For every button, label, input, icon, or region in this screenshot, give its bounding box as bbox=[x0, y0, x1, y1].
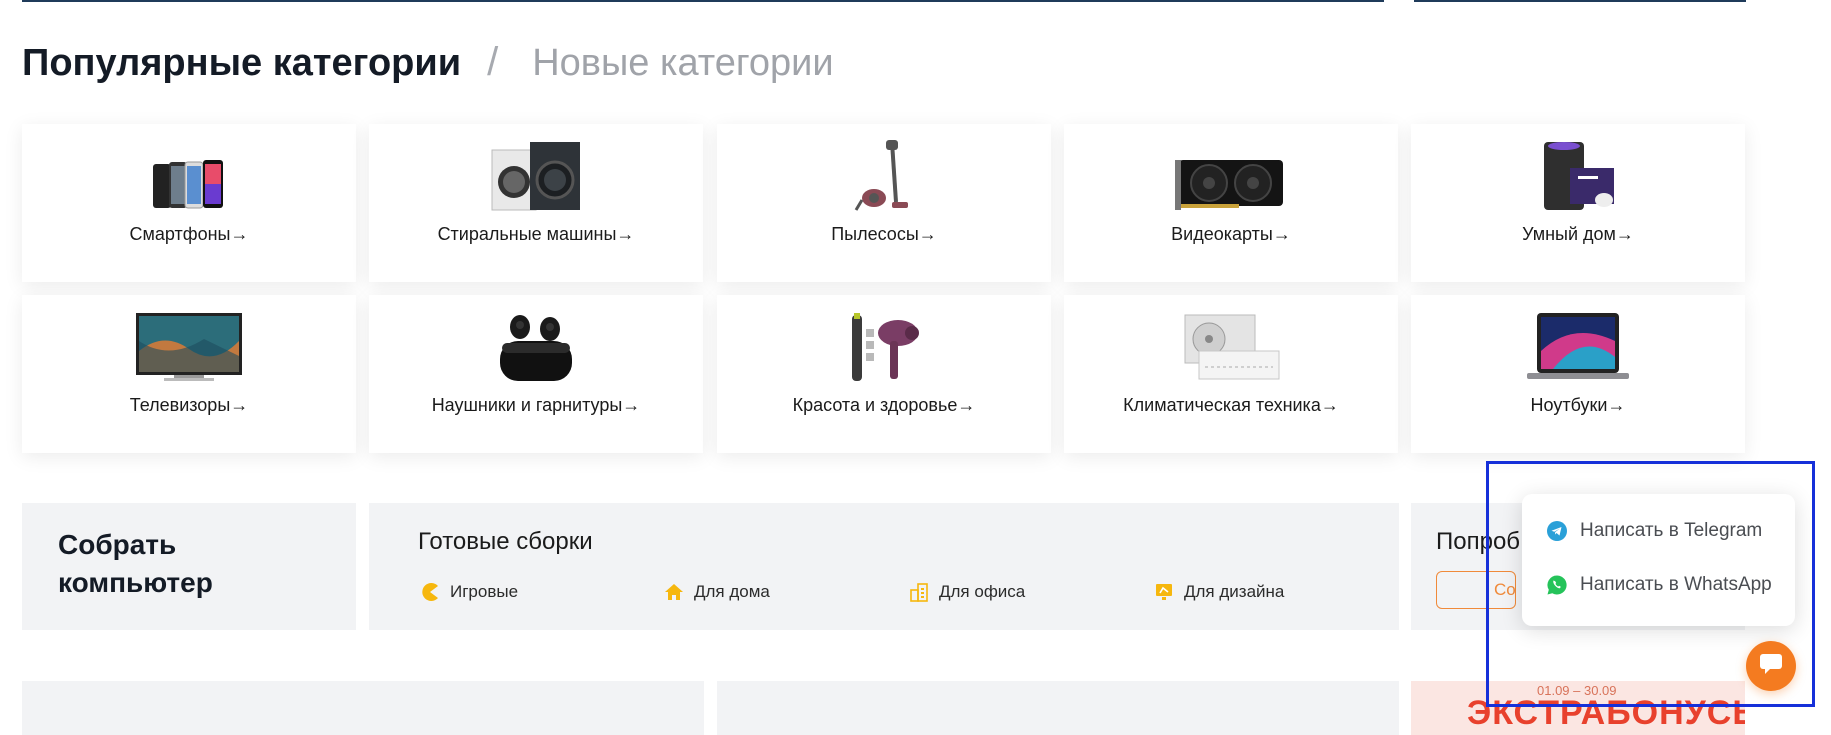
telegram-label: Написать в Telegram bbox=[1580, 520, 1763, 541]
laptop-image bbox=[1411, 295, 1745, 389]
tab-popular-categories[interactable]: Популярные категории bbox=[22, 42, 461, 85]
build-pc-title-line2: компьютер bbox=[58, 567, 213, 598]
build-home[interactable]: Для дома bbox=[664, 582, 770, 602]
top-divider bbox=[22, 0, 1384, 2]
create-button[interactable]: Соз bbox=[1436, 571, 1516, 609]
air-conditioner-image bbox=[1064, 295, 1398, 389]
vacuum-cleaner-image bbox=[717, 124, 1051, 218]
category-label: Стиральные машины→ bbox=[437, 224, 635, 244]
build-pc-title-line1: Собрать bbox=[58, 529, 177, 560]
washing-machines-image bbox=[369, 124, 703, 218]
telegram-link[interactable]: Написать в Telegram bbox=[1546, 520, 1762, 542]
chat-toggle-button[interactable] bbox=[1746, 641, 1796, 691]
category-card-graphics-cards[interactable]: Видеокарты→ bbox=[1064, 124, 1398, 282]
tv-image bbox=[22, 295, 356, 389]
promo-headline: ЭКСТРАБОНУСЫ bbox=[1467, 694, 1745, 732]
whatsapp-link[interactable]: Написать в WhatsApp bbox=[1546, 574, 1772, 596]
category-tabs: Популярные категории / Новые категории bbox=[22, 40, 834, 85]
bottom-banner-left[interactable] bbox=[22, 681, 704, 735]
graphics-card-image bbox=[1064, 124, 1398, 218]
category-card-climate[interactable]: Климатическая техника→ bbox=[1064, 295, 1398, 453]
bottom-banner-middle[interactable] bbox=[717, 681, 1399, 735]
category-label: Умный дом→ bbox=[1522, 224, 1634, 244]
design-monitor-icon bbox=[1154, 582, 1174, 602]
home-icon bbox=[664, 582, 684, 602]
tab-new-categories[interactable]: Новые категории bbox=[532, 42, 833, 85]
build-item-label: Для дизайна bbox=[1184, 582, 1285, 601]
trimmer-hairdryer-image bbox=[717, 295, 1051, 389]
category-label: Красота и здоровье→ bbox=[792, 395, 976, 415]
ready-builds-title: Готовые сборки bbox=[418, 528, 593, 555]
smartphones-image bbox=[22, 124, 356, 218]
build-item-label: Игровые bbox=[450, 582, 519, 601]
top-divider-right bbox=[1414, 0, 1746, 2]
category-card-smartphones[interactable]: Смартфоны→ bbox=[22, 124, 356, 282]
category-label: Ноутбуки→ bbox=[1530, 395, 1626, 415]
build-office[interactable]: Для офиса bbox=[909, 582, 1025, 602]
category-card-smart-home[interactable]: Умный дом→ bbox=[1411, 124, 1745, 282]
promo-banner[interactable]: 01.09 – 30.09 ЭКСТРАБОНУСЫ bbox=[1411, 681, 1745, 735]
tab-separator: / bbox=[487, 40, 499, 84]
category-label: Климатическая техника→ bbox=[1123, 395, 1339, 415]
category-card-vacuum-cleaners[interactable]: Пылесосы→ bbox=[717, 124, 1051, 282]
earbuds-image bbox=[369, 295, 703, 389]
office-building-icon bbox=[909, 582, 929, 602]
category-label: Видеокарты→ bbox=[1171, 224, 1291, 244]
category-label: Наушники и гарнитуры→ bbox=[431, 395, 641, 415]
smart-home-image bbox=[1411, 124, 1745, 218]
category-card-headphones[interactable]: Наушники и гарнитуры→ bbox=[369, 295, 703, 453]
category-label: Телевизоры→ bbox=[129, 395, 249, 415]
chat-popup: Написать в Telegram Написать в WhatsApp bbox=[1522, 494, 1795, 626]
build-item-label: Для дома bbox=[694, 582, 770, 601]
chat-bubble-icon bbox=[1759, 653, 1783, 680]
category-label: Смартфоны→ bbox=[129, 224, 249, 244]
try-panel-text: Попроб bbox=[1436, 528, 1521, 555]
build-item-label: Для офиса bbox=[939, 582, 1026, 601]
build-gaming[interactable]: Игровые bbox=[420, 582, 518, 602]
build-pc-title[interactable]: Собрать компьютер bbox=[58, 526, 213, 602]
ready-builds-panel bbox=[369, 503, 1399, 630]
category-card-washing-machines[interactable]: Стиральные машины→ bbox=[369, 124, 703, 282]
whatsapp-label: Написать в WhatsApp bbox=[1580, 574, 1772, 595]
gaming-pacman-icon bbox=[420, 582, 440, 602]
category-card-beauty[interactable]: Красота и здоровье→ bbox=[717, 295, 1051, 453]
build-design[interactable]: Для дизайна bbox=[1154, 582, 1284, 602]
telegram-icon bbox=[1546, 520, 1568, 542]
whatsapp-icon bbox=[1546, 574, 1568, 596]
category-label: Пылесосы→ bbox=[831, 224, 937, 244]
category-card-tvs[interactable]: Телевизоры→ bbox=[22, 295, 356, 453]
category-card-laptops[interactable]: Ноутбуки→ bbox=[1411, 295, 1745, 453]
